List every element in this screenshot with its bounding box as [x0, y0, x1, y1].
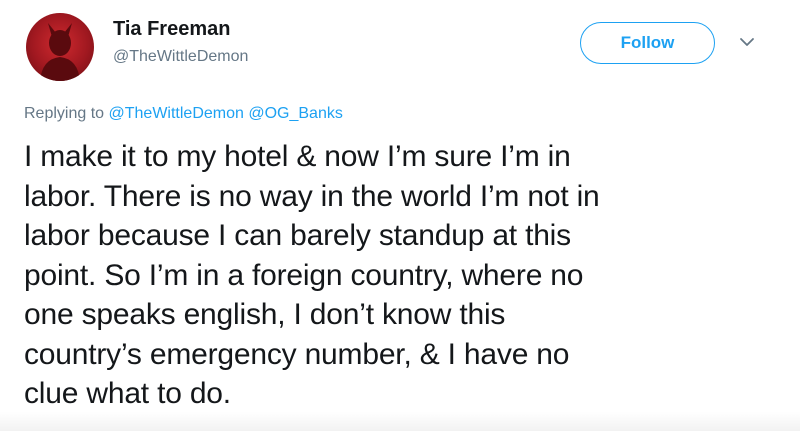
- author-handle[interactable]: @TheWittleDemon: [113, 48, 248, 66]
- tweet-text-line: I make it to my hotel & now I’m sure I’m…: [24, 140, 571, 173]
- devil-silhouette-icon: [40, 23, 80, 81]
- bottom-edge: [0, 412, 800, 431]
- reply-mention-link[interactable]: @OG_Banks: [248, 105, 343, 122]
- reply-mention-link[interactable]: @TheWittleDemon: [109, 105, 244, 122]
- tweet-text: I make it to my hotel & now I’m sure I’m…: [24, 137, 764, 414]
- replying-to-line: Replying to @TheWittleDemon @OG_Banks: [24, 105, 343, 123]
- tweet-text-line: one speaks english, I don’t know this: [24, 298, 506, 331]
- author-display-name[interactable]: Tia Freeman: [113, 18, 230, 41]
- tweet-text-line: country’s emergency number, & I have no: [24, 337, 570, 371]
- chevron-down-icon[interactable]: [739, 35, 755, 47]
- tweet-card: Tia Freeman @TheWittleDemon Follow Reply…: [0, 0, 800, 431]
- avatar[interactable]: [26, 13, 94, 81]
- tweet-text-line: point. So I’m in a foreign country, wher…: [24, 258, 584, 292]
- tweet-text-line: labor. There is no way in the world I’m …: [24, 179, 600, 213]
- replying-to-label: Replying to: [24, 105, 105, 122]
- tweet-text-line: clue what to do.: [24, 377, 231, 410]
- tweet-text-line: labor because I can barely standup at th…: [24, 219, 571, 252]
- follow-button[interactable]: Follow: [580, 22, 715, 64]
